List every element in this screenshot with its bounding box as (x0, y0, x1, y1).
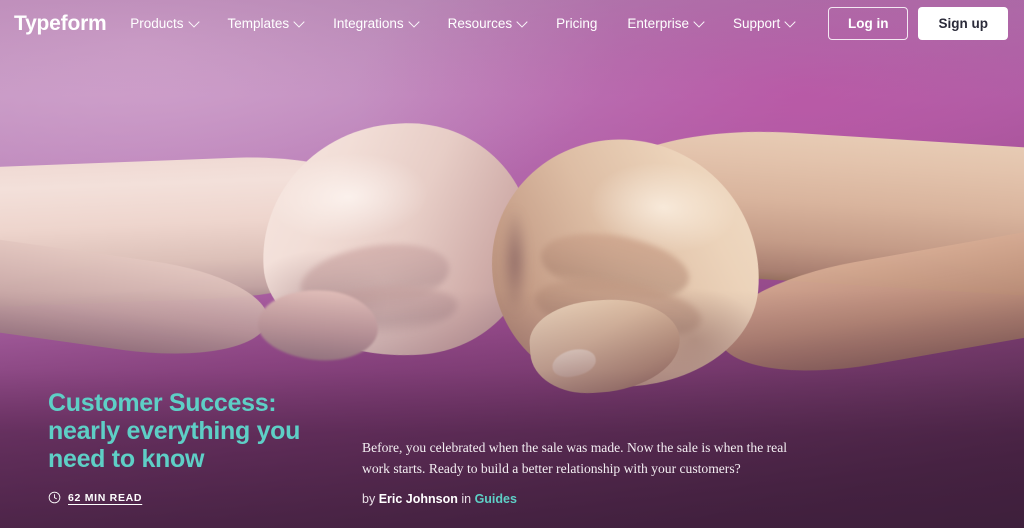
article-meta: 62 MIN READ (48, 491, 318, 504)
chevron-down-icon (784, 15, 796, 28)
nav-item-templates[interactable]: Templates (213, 10, 319, 37)
article-title[interactable]: Customer Success: nearly everything you … (48, 389, 318, 473)
nav-item-integrations[interactable]: Integrations (318, 10, 433, 37)
clock-icon (48, 491, 61, 504)
hero-title-column: Customer Success: nearly everything you … (48, 389, 318, 514)
nav-item-label: Enterprise (627, 16, 689, 31)
chevron-down-icon (407, 15, 420, 28)
page-root: Typeform Products Templates Integrations… (0, 0, 1024, 528)
byline-connector: in (461, 492, 472, 506)
author-name[interactable]: Eric Johnson (379, 492, 458, 506)
typeform-logo[interactable]: Typeform (10, 12, 107, 36)
nav-links: Products Templates Integrations Resource… (115, 10, 809, 37)
article-description: Before, you celebrated when the sale was… (362, 439, 788, 476)
nav-item-products[interactable]: Products (115, 10, 212, 37)
nav-item-label: Products (130, 16, 184, 31)
sign-up-button[interactable]: Sign up (918, 7, 1008, 40)
nav-actions: Log in Sign up (827, 7, 1008, 40)
nav-item-pricing[interactable]: Pricing (541, 10, 612, 37)
chevron-down-icon (187, 15, 200, 28)
byline-prefix: by (362, 492, 376, 506)
chevron-down-icon (516, 15, 528, 28)
nav-item-label: Templates (227, 16, 290, 31)
article-byline: by Eric Johnson in Guides (362, 492, 792, 506)
main-navigation: Typeform Products Templates Integrations… (0, 0, 1024, 47)
log-in-button[interactable]: Log in (827, 7, 909, 40)
nav-item-label: Resources (447, 16, 513, 31)
nav-item-label: Pricing (556, 16, 598, 31)
chevron-down-icon (293, 15, 305, 28)
hero-description-column: Before, you celebrated when the sale was… (362, 437, 792, 514)
nav-item-resources[interactable]: Resources (433, 10, 542, 37)
nav-item-support[interactable]: Support (718, 10, 809, 37)
nav-item-label: Integrations (333, 16, 404, 31)
nav-item-label: Support (732, 16, 781, 31)
nav-item-enterprise[interactable]: Enterprise (612, 10, 718, 37)
hero-content: Customer Success: nearly everything you … (0, 389, 1024, 528)
read-time-label[interactable]: 62 MIN READ (68, 492, 142, 504)
category-link[interactable]: Guides (475, 492, 517, 506)
chevron-down-icon (693, 15, 705, 28)
